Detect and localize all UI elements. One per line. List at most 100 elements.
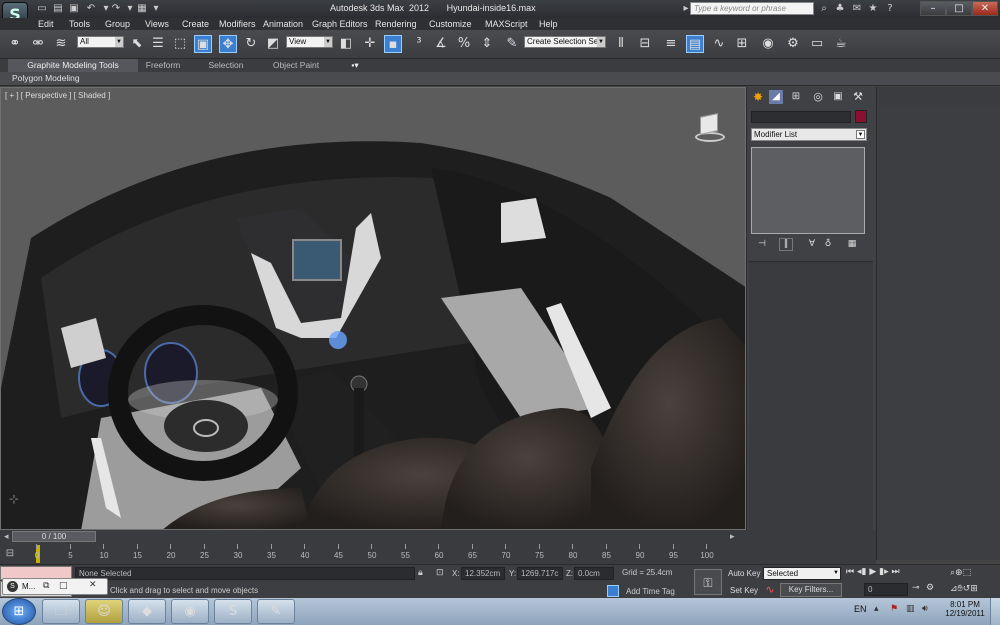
polygon-modeling-panel[interactable]: Polygon Modeling	[12, 73, 80, 83]
track-bar[interactable]: 0 5 10 15 20 25 30 35 40 45 50 55 60 65 70 75 80 85 90 95 10…	[0, 544, 876, 564]
project-folder-icon[interactable]: ▦	[136, 3, 148, 14]
go-to-start-icon[interactable]: ⏮	[846, 567, 854, 577]
rectangular-selection-icon[interactable]: ⬚	[171, 35, 189, 53]
schematic-view-icon[interactable]: ⊞	[733, 35, 751, 53]
key-mode-dropdown[interactable]: Selected ▼	[763, 567, 841, 580]
help-icon[interactable]: ?	[884, 3, 896, 15]
modify-tab-icon[interactable]: ◢	[769, 90, 783, 104]
communication-center-icon[interactable]: ✉	[851, 3, 863, 15]
search-icon[interactable]: ⌕	[818, 3, 830, 15]
taskbar-messenger[interactable]: ☺	[85, 599, 123, 624]
restore-icon[interactable]: ⧉	[43, 581, 49, 591]
key-mode-toggle-icon[interactable]: ⊸	[912, 583, 920, 593]
new-file-icon[interactable]: ▭	[36, 3, 48, 14]
menu-tools[interactable]: Tools	[69, 18, 90, 30]
snaps-toggle-icon[interactable]: ³	[410, 35, 428, 53]
maximize-small-icon[interactable]: □	[59, 581, 68, 591]
maximize-button[interactable]: □	[946, 1, 972, 16]
configure-modifier-sets-icon[interactable]: ▦	[845, 239, 859, 251]
menu-graph-editors[interactable]: Graph Editors	[312, 18, 368, 30]
menu-create[interactable]: Create	[182, 18, 209, 30]
taskbar-explorer[interactable]: 🗀	[42, 599, 80, 624]
menu-edit[interactable]: Edit	[38, 18, 54, 30]
previous-frame-icon[interactable]: ◂▮	[857, 567, 866, 577]
clock[interactable]: 8:01 PM 12/19/2011	[944, 600, 986, 618]
viewcube[interactable]	[691, 110, 727, 146]
motion-tab-icon[interactable]: ◎	[811, 90, 825, 104]
zoom-extents-icon[interactable]: ⬚	[963, 568, 972, 578]
mini-listener-label[interactable]: M...	[22, 582, 35, 591]
layer-manager-icon[interactable]: ≡	[662, 35, 680, 53]
subscription-icon[interactable]: ♣	[834, 3, 846, 15]
favorites-icon[interactable]: ★	[867, 3, 879, 15]
show-desktop-button[interactable]	[990, 598, 1000, 625]
time-configuration-icon[interactable]: ⚙	[926, 583, 934, 593]
key-filters-button[interactable]: Key Filters...	[780, 583, 842, 597]
keyboard-shortcut-override-icon[interactable]: ▪	[384, 35, 402, 53]
mirror-icon[interactable]: ⫴	[612, 35, 630, 53]
display-tab-icon[interactable]: ▣	[831, 90, 845, 104]
object-color-swatch[interactable]	[855, 110, 867, 123]
start-button[interactable]: ⊞	[2, 598, 36, 625]
taskbar-3dsmax[interactable]: S	[214, 599, 252, 624]
menu-customize[interactable]: Customize	[429, 18, 472, 30]
hierarchy-tab-icon[interactable]: ⊞	[789, 90, 803, 104]
time-tag-icon[interactable]	[607, 585, 619, 597]
perspective-viewport[interactable]: [ + ] [ Perspective ] [ Shaded ] ⊹	[0, 87, 746, 530]
pin-stack-icon[interactable]: ⊣	[755, 239, 769, 251]
go-to-end-icon[interactable]: ⏭	[892, 567, 900, 577]
graphite-toggle-icon[interactable]: ▤	[686, 35, 704, 53]
menu-animation[interactable]: Animation	[263, 18, 303, 30]
select-and-move-icon[interactable]: ✥	[219, 35, 237, 53]
selection-filter-dropdown[interactable]: All ▼	[77, 36, 124, 48]
taskbar-chrome[interactable]: ◉	[171, 599, 209, 624]
play-icon[interactable]: ▶	[869, 567, 876, 577]
select-and-manipulate-icon[interactable]: ✛	[361, 35, 379, 53]
z-coordinate-field[interactable]: 0.0cm	[574, 567, 614, 580]
next-frame-icon[interactable]: ▮▸	[879, 567, 888, 577]
rendered-frame-window-icon[interactable]: ▭	[808, 35, 826, 53]
ribbon-options-icon[interactable]: ▪▾	[346, 59, 364, 72]
select-and-rotate-icon[interactable]: ↻	[242, 35, 260, 53]
y-coordinate-field[interactable]: 1269.717c	[517, 567, 563, 580]
bind-space-warp-icon[interactable]: ≋	[52, 35, 70, 53]
set-key-icon[interactable]: ⚿	[694, 569, 722, 595]
minimize-button[interactable]: –	[920, 1, 946, 16]
x-coordinate-field[interactable]: 12.352cm	[461, 567, 505, 580]
network-icon[interactable]: ▥	[906, 604, 915, 614]
prev-frame-icon[interactable]: ◂	[4, 532, 9, 542]
create-tab-icon[interactable]: ✸	[751, 90, 765, 104]
menu-help[interactable]: Help	[539, 18, 558, 30]
show-hidden-icons-icon[interactable]: ▴	[874, 604, 879, 614]
render-production-icon[interactable]: ☕	[832, 35, 850, 53]
taskbar-app-green[interactable]: ◆	[128, 599, 166, 624]
align-icon[interactable]: ⊟	[636, 35, 654, 53]
link-icon[interactable]: ⚭	[6, 35, 24, 53]
save-file-icon[interactable]: ▣	[68, 3, 80, 14]
tab-selection[interactable]: Selection	[200, 59, 252, 72]
curve-editor-icon[interactable]: ∿	[710, 35, 728, 53]
time-slider-track[interactable]: ◂ 0 / 100 ▸	[0, 530, 876, 543]
qat-dropdown-icon[interactable]: ▾	[150, 3, 162, 14]
redo-dropdown-icon[interactable]: ▾	[124, 3, 136, 14]
close-button[interactable]: ✕	[972, 1, 998, 16]
spinner-snap-icon[interactable]: ⇕	[478, 35, 496, 53]
window-crossing-icon[interactable]: ▣	[194, 35, 212, 53]
maximize-viewport-icon[interactable]: ⊞	[970, 584, 978, 594]
reference-coordinate-dropdown[interactable]: View ▼	[286, 36, 333, 48]
volume-icon[interactable]: 🔊︎	[922, 604, 928, 614]
set-key-button[interactable]: Set Key	[730, 586, 758, 595]
maxscript-listener-icon[interactable]: S	[7, 581, 18, 592]
auto-key-button[interactable]: Auto Key	[728, 569, 760, 578]
remove-modifier-icon[interactable]: ♁	[821, 239, 835, 251]
make-unique-icon[interactable]: ∀	[805, 239, 819, 251]
undo-icon[interactable]: ↶	[85, 3, 97, 14]
tab-graphite-modeling-tools[interactable]: Graphite Modeling Tools	[8, 59, 138, 72]
menu-views[interactable]: Views	[145, 18, 169, 30]
menu-rendering[interactable]: Rendering	[375, 18, 417, 30]
select-by-name-icon[interactable]: ☰	[149, 35, 167, 53]
material-editor-icon[interactable]: ◉	[759, 35, 777, 53]
open-file-icon[interactable]: ▤	[52, 3, 64, 14]
current-frame-field[interactable]: 0	[864, 583, 908, 596]
search-input[interactable]: Type a keyword or phrase	[690, 2, 814, 15]
